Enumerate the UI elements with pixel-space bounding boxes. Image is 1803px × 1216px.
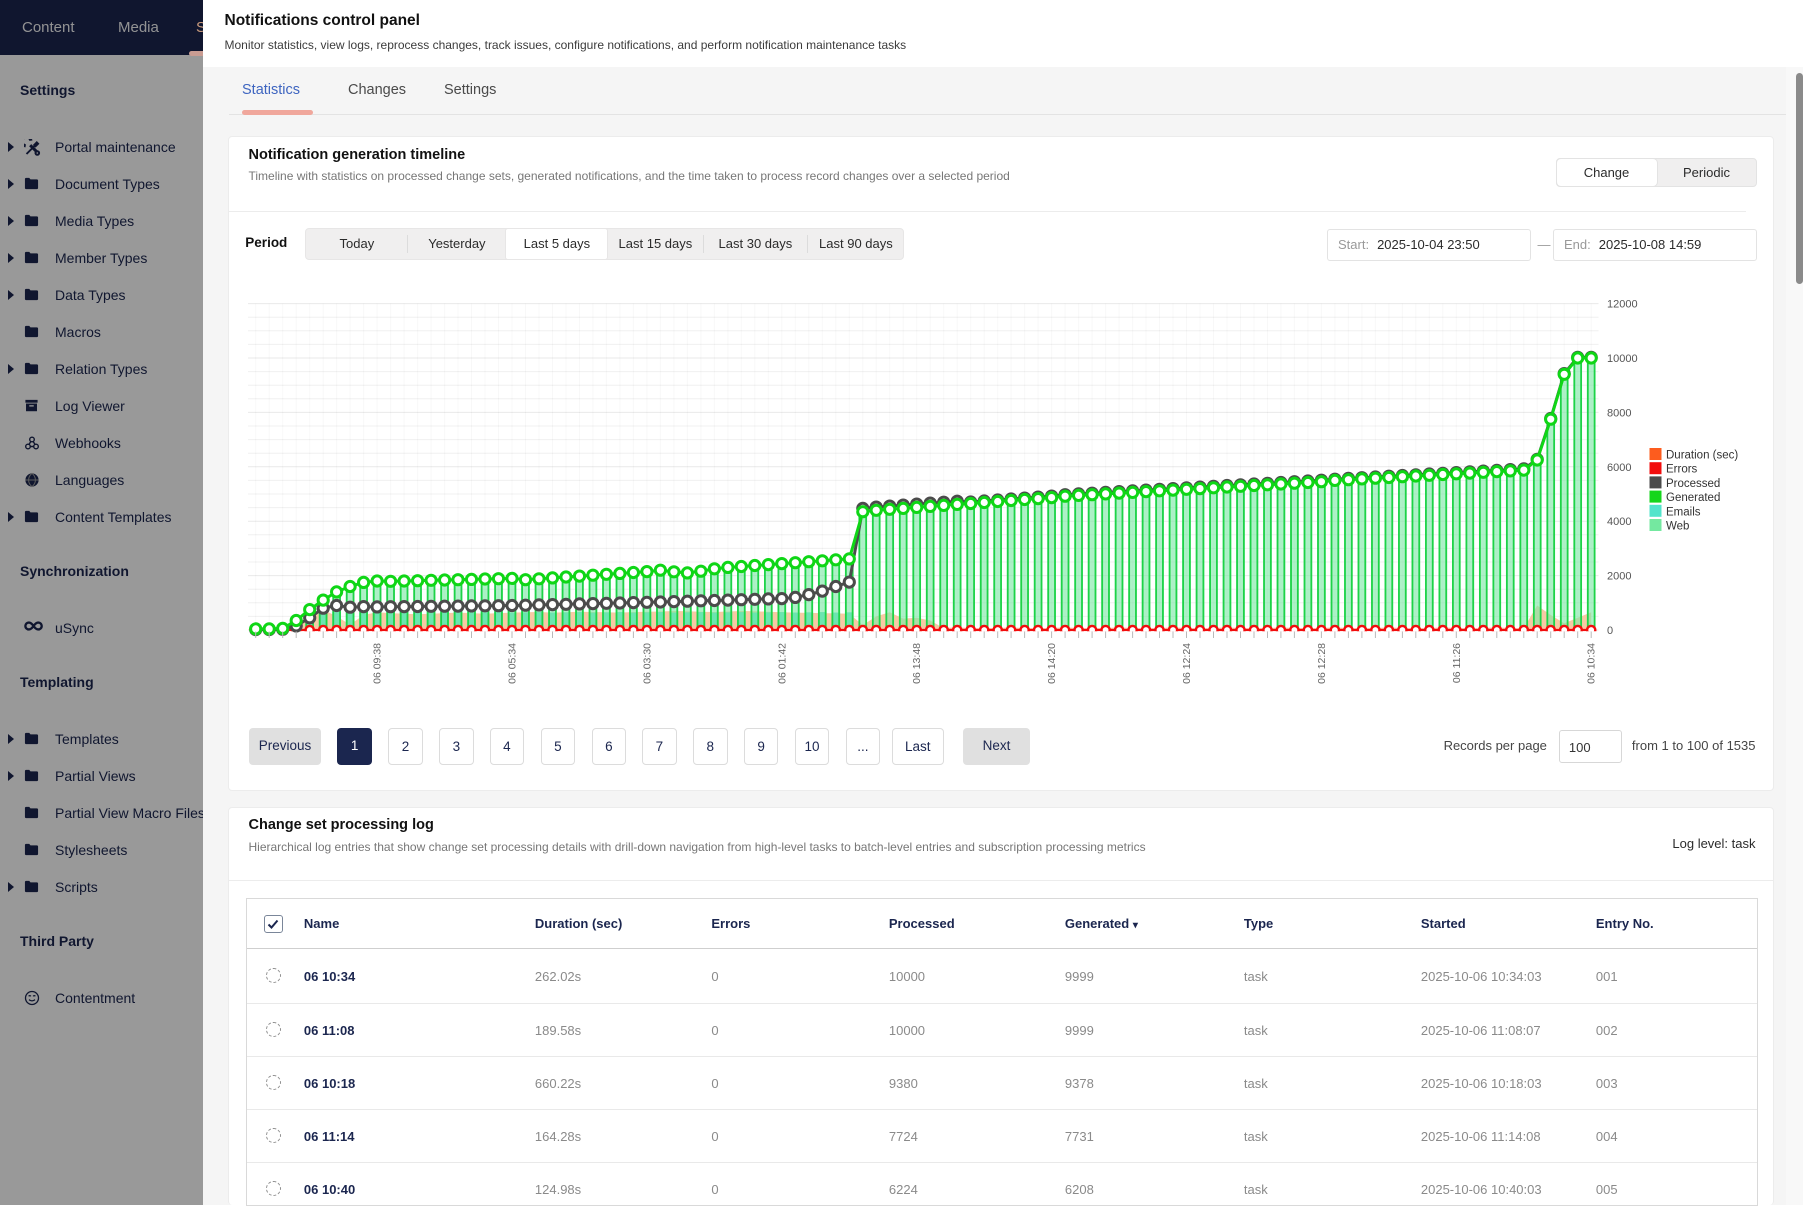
svg-text:Processed: Processed bbox=[1666, 478, 1720, 490]
svg-text:6000: 6000 bbox=[1607, 462, 1631, 474]
svg-text:06 12:28: 06 12:28 bbox=[1315, 643, 1327, 684]
svg-text:06 05:34: 06 05:34 bbox=[506, 643, 518, 684]
svg-text:Web: Web bbox=[1666, 521, 1689, 533]
svg-text:06 13:48: 06 13:48 bbox=[911, 643, 923, 684]
svg-text:Generated: Generated bbox=[1666, 492, 1720, 504]
svg-text:0: 0 bbox=[1607, 625, 1613, 637]
svg-text:12000: 12000 bbox=[1607, 299, 1638, 311]
svg-text:Emails: Emails bbox=[1666, 506, 1701, 518]
svg-text:2000: 2000 bbox=[1607, 571, 1631, 583]
svg-text:Errors: Errors bbox=[1666, 464, 1698, 476]
svg-text:06 11:26: 06 11:26 bbox=[1450, 643, 1462, 683]
svg-text:06 01:42: 06 01:42 bbox=[776, 643, 788, 684]
svg-text:10000: 10000 bbox=[1607, 353, 1638, 365]
svg-text:06 03:30: 06 03:30 bbox=[641, 643, 653, 684]
svg-text:8000: 8000 bbox=[1607, 407, 1631, 419]
svg-text:06 12:24: 06 12:24 bbox=[1181, 643, 1193, 684]
svg-text:Duration (sec): Duration (sec) bbox=[1666, 450, 1738, 462]
svg-text:06 09:38: 06 09:38 bbox=[371, 643, 383, 684]
svg-text:4000: 4000 bbox=[1607, 516, 1631, 528]
svg-text:06 10:34: 06 10:34 bbox=[1585, 643, 1597, 684]
svg-text:06 14:20: 06 14:20 bbox=[1046, 643, 1058, 684]
